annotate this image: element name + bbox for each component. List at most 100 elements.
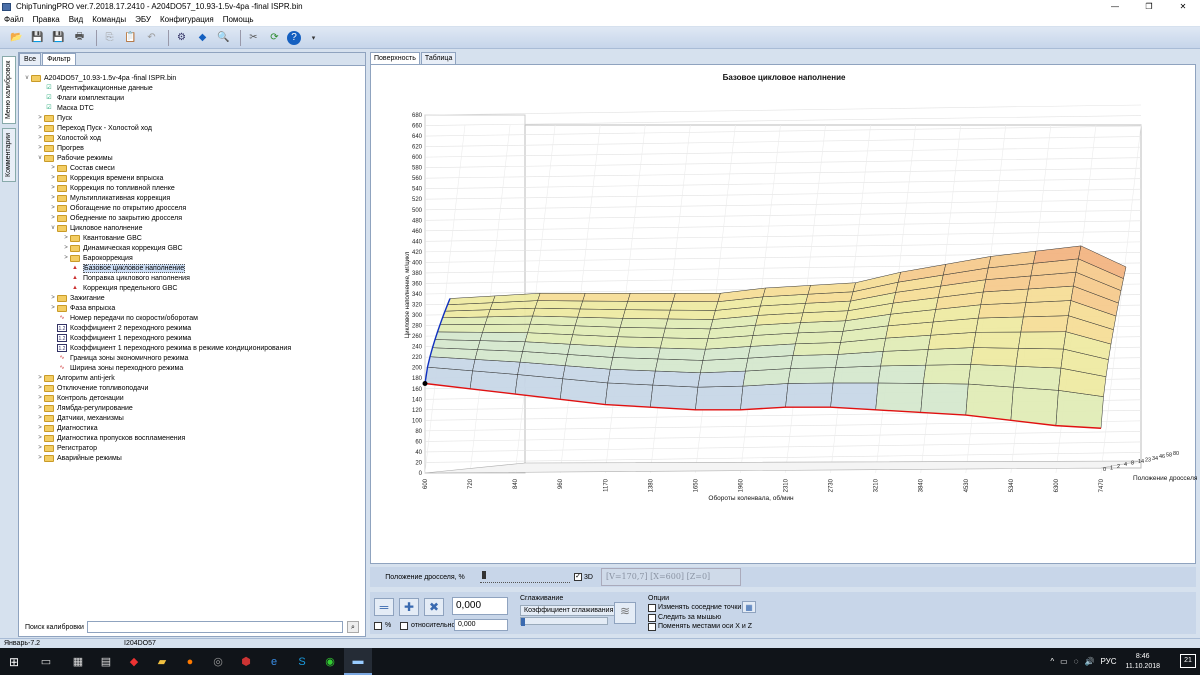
tree-item[interactable]: v Рабочие режимы bbox=[36, 153, 113, 163]
app-icon-7[interactable]: ⬢ bbox=[232, 648, 260, 675]
tree-item[interactable]: > Барокоррекция bbox=[62, 253, 133, 263]
tree-item[interactable]: v A204DO57_10.93-1.5v-4pa -final ISPR.bin bbox=[23, 73, 176, 83]
collapse-arrow-icon[interactable]: v bbox=[36, 155, 44, 161]
save-icon[interactable]: 💾 bbox=[29, 30, 46, 46]
tree-item[interactable]: ☑ Флаги комплектации bbox=[36, 93, 124, 103]
task-view-icon[interactable]: ▭ bbox=[28, 648, 64, 675]
calculator-icon[interactable]: ▦ bbox=[64, 648, 92, 675]
expand-arrow-icon[interactable]: > bbox=[49, 185, 57, 191]
tools-icon[interactable]: ✂ bbox=[245, 30, 262, 46]
expand-arrow-icon[interactable]: > bbox=[36, 375, 44, 381]
open-icon[interactable]: 📂 bbox=[8, 30, 25, 46]
tree-item[interactable]: > Фаза впрыска bbox=[49, 303, 115, 313]
skype-icon[interactable]: S bbox=[288, 648, 316, 675]
tree-item[interactable]: > Аварийные режимы bbox=[36, 453, 122, 463]
expand-arrow-icon[interactable]: > bbox=[36, 405, 44, 411]
expand-arrow-icon[interactable]: > bbox=[36, 385, 44, 391]
tab-filter[interactable]: Фильтр bbox=[42, 53, 76, 65]
expand-arrow-icon[interactable]: > bbox=[62, 255, 70, 261]
close-button[interactable]: ✕ bbox=[1166, 0, 1200, 13]
menu-view[interactable]: Вид bbox=[69, 15, 83, 24]
expand-arrow-icon[interactable]: > bbox=[36, 445, 44, 451]
clock[interactable]: 8:46 11.10.2018 bbox=[1125, 652, 1160, 672]
tree-item[interactable]: > Диагностика bbox=[36, 423, 98, 433]
collapse-arrow-icon[interactable]: v bbox=[49, 225, 57, 231]
app-icon-3[interactable]: ◆ bbox=[120, 648, 148, 675]
add-button-icon[interactable]: ✚ bbox=[399, 598, 419, 616]
tree-item[interactable]: 1.2 Коэффициент 2 переходного режима bbox=[49, 323, 191, 333]
tab-table[interactable]: Таблица bbox=[420, 52, 457, 64]
expand-arrow-icon[interactable]: > bbox=[49, 165, 57, 171]
expand-arrow-icon[interactable]: > bbox=[49, 215, 57, 221]
dropdown-icon[interactable]: ▾ bbox=[305, 30, 322, 46]
grid-icon[interactable]: ▦ bbox=[742, 601, 756, 613]
tab-surface[interactable]: Поверхность bbox=[370, 52, 420, 64]
tray-chevron-icon[interactable]: ^ bbox=[1050, 657, 1054, 666]
expand-arrow-icon[interactable]: > bbox=[62, 245, 70, 251]
expand-arrow-icon[interactable]: > bbox=[49, 195, 57, 201]
tree-item[interactable]: > Регистратор bbox=[36, 443, 97, 453]
ecu-icon[interactable]: ⚙ bbox=[173, 30, 190, 46]
expand-arrow-icon[interactable]: > bbox=[49, 305, 57, 311]
tree-item[interactable]: ☑ Идентификационные данные bbox=[36, 83, 153, 93]
tree-item[interactable]: > Датчики, механизмы bbox=[36, 413, 124, 423]
tree-item[interactable]: > Динамическая коррекция GBC bbox=[62, 243, 183, 253]
slider-thumb[interactable] bbox=[482, 571, 486, 579]
tree-item[interactable]: ∿ Номер передачи по скорости/оборотам bbox=[49, 313, 197, 323]
search-input[interactable] bbox=[87, 621, 343, 633]
d3-checkbox[interactable]: ✓ bbox=[574, 573, 582, 581]
refresh-icon[interactable]: ⟳ bbox=[266, 30, 283, 46]
menu-ecu[interactable]: ЭБУ bbox=[135, 15, 151, 24]
notification-icon[interactable]: 21 bbox=[1180, 654, 1196, 668]
smooth-apply-icon[interactable]: ≋ bbox=[614, 602, 636, 624]
tray-language[interactable]: РУС bbox=[1100, 657, 1116, 666]
relative-checkbox[interactable] bbox=[400, 622, 408, 630]
tree-item[interactable]: 1.2 Коэффициент 1 переходного режима в ре… bbox=[49, 343, 291, 353]
tray-network-icon[interactable]: ▭ bbox=[1060, 657, 1068, 666]
tree-item[interactable]: > Лямбда-регулирование bbox=[36, 403, 133, 413]
menu-config[interactable]: Конфигурация bbox=[160, 15, 214, 24]
tree-item[interactable]: 1.2 Коэффициент 1 переходного режима bbox=[49, 333, 191, 343]
print-icon[interactable]: 🖶 bbox=[71, 30, 88, 46]
tree-item[interactable]: ▲ Базовое цикловое наполнение bbox=[62, 263, 186, 273]
firefox-icon[interactable]: ● bbox=[176, 648, 204, 675]
tray-app-icon[interactable]: ◌ bbox=[1074, 657, 1079, 666]
tree-item[interactable]: > Холостой ход bbox=[36, 133, 101, 143]
equal-button-icon[interactable]: ═ bbox=[374, 598, 394, 616]
tree-item[interactable]: > Мультипликативная коррекция bbox=[49, 193, 170, 203]
tree-item[interactable]: > Обеднение по закрытию дросселя bbox=[49, 213, 182, 223]
ie-icon[interactable]: e bbox=[260, 648, 288, 675]
tree-item[interactable]: > Пуск bbox=[36, 113, 72, 123]
tree-item[interactable]: > Переход Пуск - Холостой ход bbox=[36, 123, 152, 133]
app-icon-2[interactable]: ▤ bbox=[92, 648, 120, 675]
explorer-icon[interactable]: ▰ bbox=[148, 648, 176, 675]
expand-arrow-icon[interactable]: > bbox=[36, 455, 44, 461]
tab-comments[interactable]: Комментарии bbox=[2, 128, 16, 182]
search-button-icon[interactable]: ⌕ bbox=[347, 621, 359, 633]
paste-icon[interactable]: 📋 bbox=[122, 30, 139, 46]
tab-all[interactable]: Все bbox=[19, 53, 42, 65]
tree-item[interactable]: ▲ Коррекция предельного GBC bbox=[62, 283, 177, 293]
collapse-arrow-icon[interactable]: v bbox=[23, 75, 31, 81]
tray-volume-icon[interactable]: 🔊 bbox=[1084, 657, 1094, 666]
expand-arrow-icon[interactable]: > bbox=[36, 135, 44, 141]
opt-swap-axes-checkbox[interactable] bbox=[648, 623, 656, 631]
tree-item[interactable]: > Контроль детонации bbox=[36, 393, 124, 403]
value-input[interactable]: 0,000 bbox=[452, 597, 508, 615]
save-as-icon[interactable]: 💾 bbox=[50, 30, 67, 46]
help-icon[interactable]: ? bbox=[287, 30, 301, 45]
tree-item[interactable]: v Цикловое наполнение bbox=[49, 223, 142, 233]
opt-neighbors-checkbox[interactable] bbox=[648, 604, 656, 612]
minimize-button[interactable]: — bbox=[1098, 0, 1132, 13]
expand-arrow-icon[interactable]: > bbox=[36, 415, 44, 421]
percent-checkbox[interactable] bbox=[374, 622, 382, 630]
surface-chart[interactable]: 0204060801001201401601802002202402602803… bbox=[371, 65, 1197, 565]
tree-item[interactable]: > Обогащение по открытию дросселя bbox=[49, 203, 186, 213]
multiply-button-icon[interactable]: ✖ bbox=[424, 598, 444, 616]
tree-item[interactable]: > Диагностика пропусков воспламенения bbox=[36, 433, 185, 443]
tree-item[interactable]: > Зажигание bbox=[49, 293, 105, 303]
tree-item[interactable]: > Алгоритм anti-jerk bbox=[36, 373, 115, 383]
tree-item[interactable]: > Состав смеси bbox=[49, 163, 115, 173]
app-icon-6[interactable]: ◎ bbox=[204, 648, 232, 675]
expand-arrow-icon[interactable]: > bbox=[62, 235, 70, 241]
